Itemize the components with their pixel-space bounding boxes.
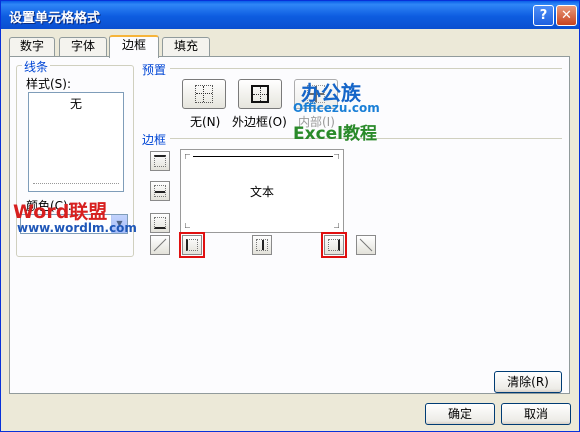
- border-left-icon: [186, 239, 198, 251]
- diagonal-up-icon: [153, 238, 167, 252]
- preset-none-button[interactable]: [182, 79, 226, 109]
- officezu-logo-url: Officezu.com: [293, 101, 380, 115]
- preset-outline-label: 外边框(O): [232, 115, 287, 129]
- officezu-logo-excel: Excel教程: [293, 124, 378, 144]
- preset-outline-icon: [251, 85, 269, 103]
- tab-number[interactable]: 数字: [9, 37, 55, 56]
- line-group-label: 线条: [22, 58, 51, 75]
- border-middle-icon: [154, 185, 166, 197]
- border-left-button[interactable]: [179, 232, 205, 258]
- border-diagonal-down-button[interactable]: [356, 235, 376, 255]
- style-label: 样式(S):: [26, 77, 72, 91]
- line-style-dotted[interactable]: [33, 183, 119, 184]
- preset-outline-button[interactable]: [238, 79, 282, 109]
- border-bottom-icon: [154, 217, 166, 229]
- wordlm-url: www.wordlm.com: [17, 221, 137, 235]
- presets-divider: [170, 68, 562, 69]
- cancel-button[interactable]: 取消: [501, 403, 571, 425]
- ok-button[interactable]: 确定: [425, 403, 495, 425]
- border-center-button[interactable]: [252, 235, 272, 255]
- tab-fill[interactable]: 填充: [162, 37, 210, 56]
- border-top-icon: [154, 155, 166, 167]
- border-label: 边框: [142, 133, 167, 147]
- wordlm-logo-text: Word联盟: [13, 201, 108, 223]
- border-middle-button[interactable]: [150, 181, 170, 201]
- close-button[interactable]: ✕: [556, 5, 577, 26]
- border-bottom-button[interactable]: [150, 213, 170, 233]
- diagonal-down-icon: [359, 238, 373, 252]
- tab-font[interactable]: 字体: [59, 37, 107, 56]
- border-preview[interactable]: 文本: [180, 149, 344, 233]
- help-button[interactable]: ?: [533, 5, 554, 26]
- border-center-icon: [256, 239, 268, 251]
- title-bar: 设置单元格格式 ? ✕: [1, 1, 579, 29]
- line-style-none[interactable]: 无: [29, 95, 123, 112]
- border-right-icon: [328, 239, 340, 251]
- presets-label: 预置: [142, 63, 167, 77]
- border-right-button[interactable]: [321, 232, 347, 258]
- border-diagonal-up-button[interactable]: [150, 235, 170, 255]
- preset-none-label: 无(N): [190, 115, 221, 129]
- dialog-title: 设置单元格格式: [9, 11, 101, 26]
- border-top-button[interactable]: [150, 151, 170, 171]
- tab-border[interactable]: 边框: [109, 35, 159, 58]
- format-cells-dialog: 设置单元格格式 ? ✕ 数字 字体 边框 填充 线条 样式(S): 无 颜色(C…: [0, 0, 580, 432]
- line-style-list[interactable]: 无: [28, 92, 124, 192]
- clear-button[interactable]: 清除(R): [494, 371, 562, 393]
- preset-none-icon: [195, 85, 213, 103]
- preview-text: 文本: [249, 185, 274, 199]
